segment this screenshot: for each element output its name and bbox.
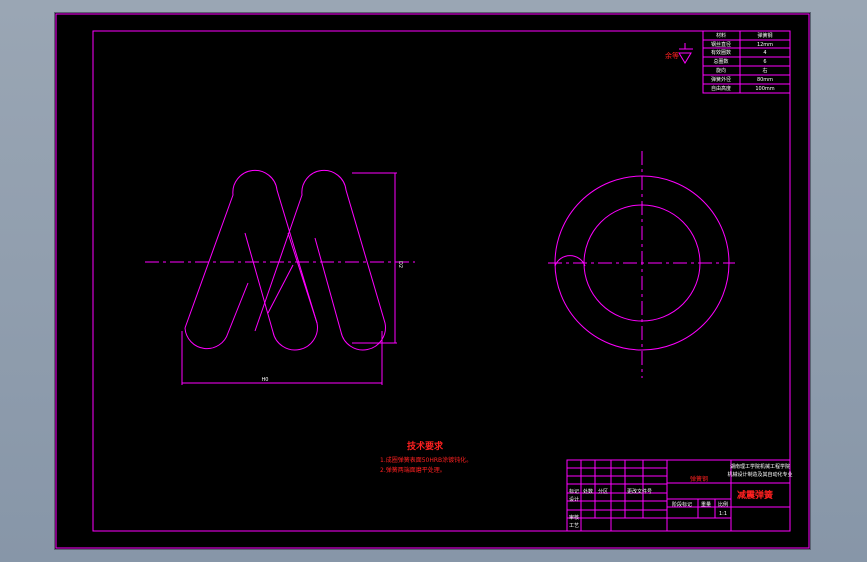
spec-label-6: 自由高度 xyxy=(711,85,731,92)
tb-material: 弹簧钢 xyxy=(690,475,708,483)
tb-school: 湖南理工学院机械工程学院 xyxy=(730,463,790,470)
tb-weight-label: 重量 xyxy=(701,501,711,508)
tb-review-label: 审核 xyxy=(569,514,579,521)
tb-change-doc-label: 更改文件号 xyxy=(627,488,652,495)
spec-label-3: 总圈数 xyxy=(713,58,728,65)
spec-label-2: 有效圈数 xyxy=(711,49,731,56)
spec-value-3: 6 xyxy=(763,59,766,65)
tb-count-label: 处数 xyxy=(583,488,593,495)
tb-zone-label: 分区 xyxy=(598,488,608,495)
spec-value-4: 右 xyxy=(762,67,767,74)
spec-value-6: 100mm xyxy=(755,86,774,92)
drawing-canvas[interactable]: 材料 弹簧钢 钢丝直径 12mm 有效圈数 4 总圈数 6 旋向 右 弹簧外径 … xyxy=(55,13,810,549)
tb-mark-label: 标记 xyxy=(569,488,579,495)
roughness-symbol-icon xyxy=(678,43,693,64)
spec-value-5: 80mm xyxy=(757,77,773,83)
spec-label-4: 旋向 xyxy=(716,67,726,74)
spec-label-1: 钢丝直径 xyxy=(711,41,731,48)
tb-design-label: 设计 xyxy=(569,496,579,503)
tb-scale-value: 1:1 xyxy=(719,511,727,517)
notes-line1: 1.成圈弹簧表面50HRB涂镀钝化。 xyxy=(380,456,472,464)
tb-part-name: 减震弹簧 xyxy=(737,489,773,501)
spec-label-0: 材料 xyxy=(716,32,726,39)
cad-drawing-viewport[interactable]: 材料 弹簧钢 钢丝直径 12mm 有效圈数 4 总圈数 6 旋向 右 弹簧外径 … xyxy=(55,13,810,549)
spring-front-view xyxy=(145,169,415,385)
notes-line2: 2.弹簧两端面磨平处理。 xyxy=(380,466,446,474)
sheet-inner-frame xyxy=(92,30,791,532)
wire-end-arc xyxy=(554,255,586,267)
dimension-label-diameter: D2 xyxy=(397,261,403,268)
spec-value-2: 4 xyxy=(763,50,766,56)
notes-title: 技术要求 xyxy=(407,440,444,452)
spring-end-view xyxy=(548,151,735,378)
spec-value-0: 弹簧钢 xyxy=(757,32,772,39)
dimension-label-length: H0 xyxy=(262,377,269,383)
spec-label-5: 弹簧外径 xyxy=(711,76,731,83)
spec-value-1: 12mm xyxy=(757,42,773,48)
tb-scale-label: 比例 xyxy=(718,501,728,508)
tb-stage-mark-label: 阶段标记 xyxy=(672,501,692,508)
roughness-label: 余等 xyxy=(665,51,679,60)
tb-school-line2: 机械设计制造及其自动化专业 xyxy=(727,471,792,478)
tb-process-label: 工艺 xyxy=(569,523,579,529)
